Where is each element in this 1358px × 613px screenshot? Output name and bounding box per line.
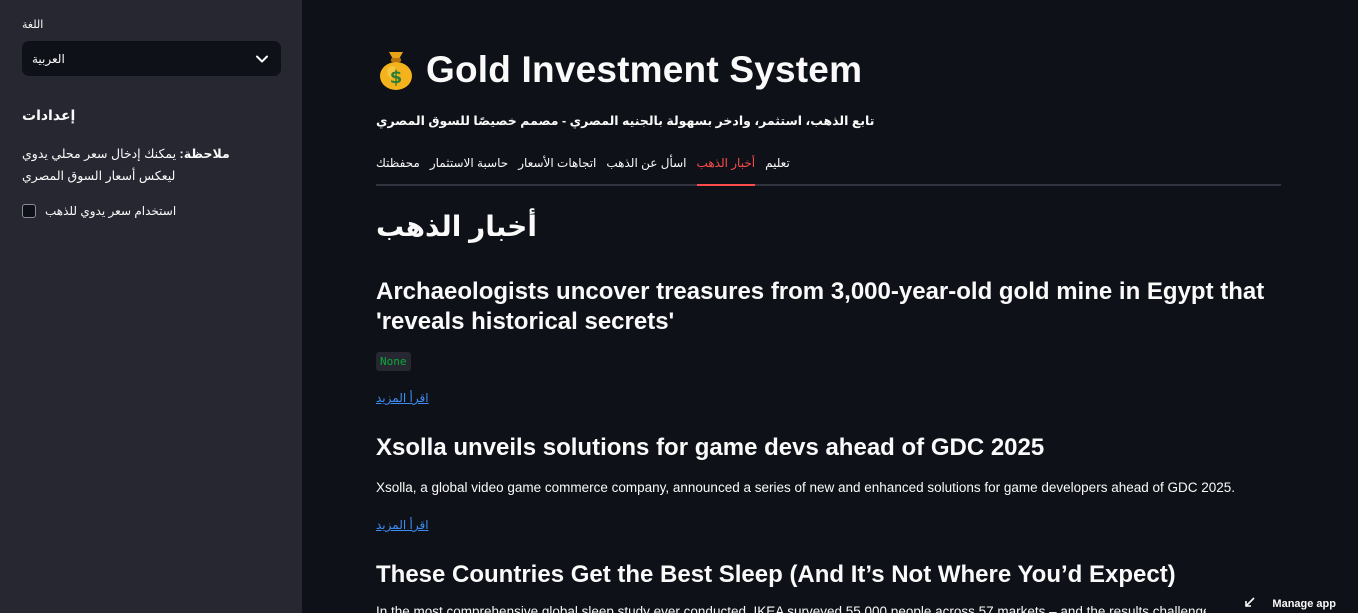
article-description: Xsolla, a global video game commerce com… [376, 480, 1236, 495]
svg-text:$: $ [390, 67, 403, 88]
article-title: These Countries Get the Best Sleep (And … [376, 561, 1176, 588]
tab-bar: محفظتك حاسبة الاستثمار اتجاهات الأسعار ا… [376, 146, 1281, 186]
expand-arrow-icon [1244, 595, 1256, 613]
language-select-value: العربية [32, 51, 65, 66]
read-more-link[interactable]: اقرأ المزيد [376, 391, 429, 405]
article-title-line: Archaeologists uncover treasures from 3,… [376, 278, 1265, 305]
settings-title: إعدادات [22, 107, 76, 123]
article-title-line: 'reveals historical secrets' [376, 308, 675, 335]
news-heading: أخبار الذهب [376, 211, 537, 242]
read-more-link[interactable]: اقرأ المزيد [376, 518, 429, 532]
chevron-down-icon [255, 52, 269, 66]
manual-price-option[interactable]: استخدام سعر يدوي للذهب [22, 204, 176, 218]
money-bag-icon: $ [376, 48, 416, 92]
article-description-code: None [376, 352, 411, 371]
article-description: In the most comprehensive global sleep s… [376, 604, 1206, 613]
tab-ask-about-gold[interactable]: اسأل عن الذهب [606, 146, 686, 186]
article-title: Archaeologists uncover treasures from 3,… [376, 277, 1264, 337]
language-label: اللغة [22, 19, 44, 31]
page-subtitle: تابع الذهب، استثمر، وادخر بسهولة بالجنيه… [376, 114, 875, 128]
tab-investment-calculator[interactable]: حاسبة الاستثمار [430, 146, 508, 186]
sidebar: اللغة العربية إعدادات ملاحظة: يمكنك إدخا… [0, 0, 302, 613]
manual-price-label: استخدام سعر يدوي للذهب [45, 204, 177, 218]
article-title: Xsolla unveils solutions for game devs a… [376, 434, 1045, 461]
tab-portfolio[interactable]: محفظتك [376, 146, 420, 186]
tab-price-trends[interactable]: اتجاهات الأسعار [518, 146, 596, 186]
settings-note: ملاحظة: يمكنك إدخال سعر محلي يدوي ليعكس … [22, 143, 267, 187]
note-label: ملاحظة: [179, 147, 230, 161]
tab-education[interactable]: تعليم [765, 146, 790, 186]
page-title: Gold Investment System [426, 49, 863, 90]
tab-gold-news[interactable]: أخبار الذهب [696, 146, 756, 186]
manage-app-button[interactable]: Manage app [1236, 591, 1336, 613]
language-select[interactable]: العربية [22, 41, 281, 76]
main-content: $ Gold Investment System تابع الذهب، است… [302, 0, 1358, 613]
manage-app-label: Manage app [1272, 598, 1336, 610]
page-header: $ Gold Investment System [376, 48, 862, 92]
manual-price-checkbox[interactable] [22, 204, 36, 218]
note-text: يمكنك إدخال سعر محلي يدوي ليعكس أسعار ال… [22, 147, 180, 183]
